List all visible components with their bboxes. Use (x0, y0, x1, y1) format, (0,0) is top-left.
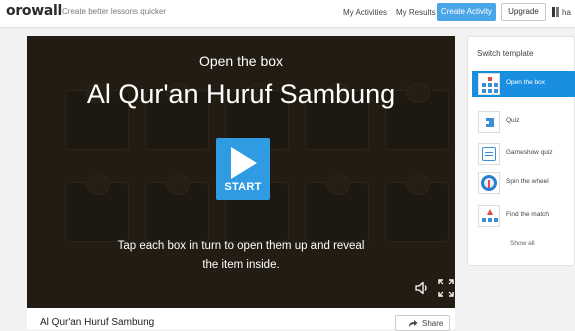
upgrade-button[interactable]: Upgrade (501, 3, 546, 21)
site-logo[interactable]: orowall (6, 3, 62, 19)
template-label: Quiz (506, 117, 520, 124)
sound-icon[interactable] (414, 280, 430, 296)
play-icon (231, 147, 257, 179)
switch-template-heading: Switch template (477, 49, 534, 58)
spin-the-wheel-icon (478, 172, 500, 194)
user-name: ha (562, 8, 571, 17)
find-the-match-icon (478, 205, 500, 227)
quiz-icon (478, 111, 500, 133)
game-stage[interactable]: Open the box Al Qur'an Huruf Sambung STA… (27, 36, 455, 308)
share-icon (409, 320, 418, 327)
user-menu[interactable]: ha (551, 5, 575, 19)
start-button[interactable]: START (216, 138, 270, 200)
site-tagline: Create better lessons quicker (62, 7, 167, 16)
nav-my-activities[interactable]: My Activities (343, 8, 387, 17)
template-find-the-match[interactable]: Find the match (472, 203, 575, 229)
game-instructions: Tap each box in turn to open them up and… (117, 240, 365, 271)
template-label: Gameshow quiz (506, 149, 553, 156)
game-title: Al Qur'an Huruf Sambung (86, 79, 396, 109)
user-avatar-icon (551, 5, 560, 19)
template-name: Open the box (198, 53, 284, 69)
start-label: START (224, 181, 262, 193)
activity-title: Al Qur'an Huruf Sambung (40, 317, 155, 328)
fullscreen-icon[interactable] (438, 279, 454, 297)
template-open-the-box[interactable]: Open the box (472, 71, 575, 97)
activity-title-bar: Al Qur'an Huruf Sambung Share (27, 308, 455, 331)
top-bar: orowall Create better lessons quicker My… (0, 0, 575, 28)
gameshow-quiz-icon (478, 143, 500, 165)
template-quiz[interactable]: Quiz (472, 109, 575, 135)
template-label: Open the box (506, 79, 546, 86)
template-label: Find the match (506, 211, 549, 218)
template-gameshow-quiz[interactable]: Gameshow quiz (472, 141, 575, 167)
template-label: Spin the wheel (506, 178, 549, 185)
create-activity-button[interactable]: Create Activity (437, 3, 496, 21)
switch-template-panel: Switch template Open the box Quiz Gamesh… (467, 36, 575, 266)
open-the-box-icon (478, 73, 500, 95)
template-spin-the-wheel[interactable]: Spin the wheel (472, 170, 575, 196)
show-all-link[interactable]: Show all (510, 240, 535, 247)
share-label: Share (422, 319, 444, 328)
nav-my-results[interactable]: My Results (396, 8, 436, 17)
